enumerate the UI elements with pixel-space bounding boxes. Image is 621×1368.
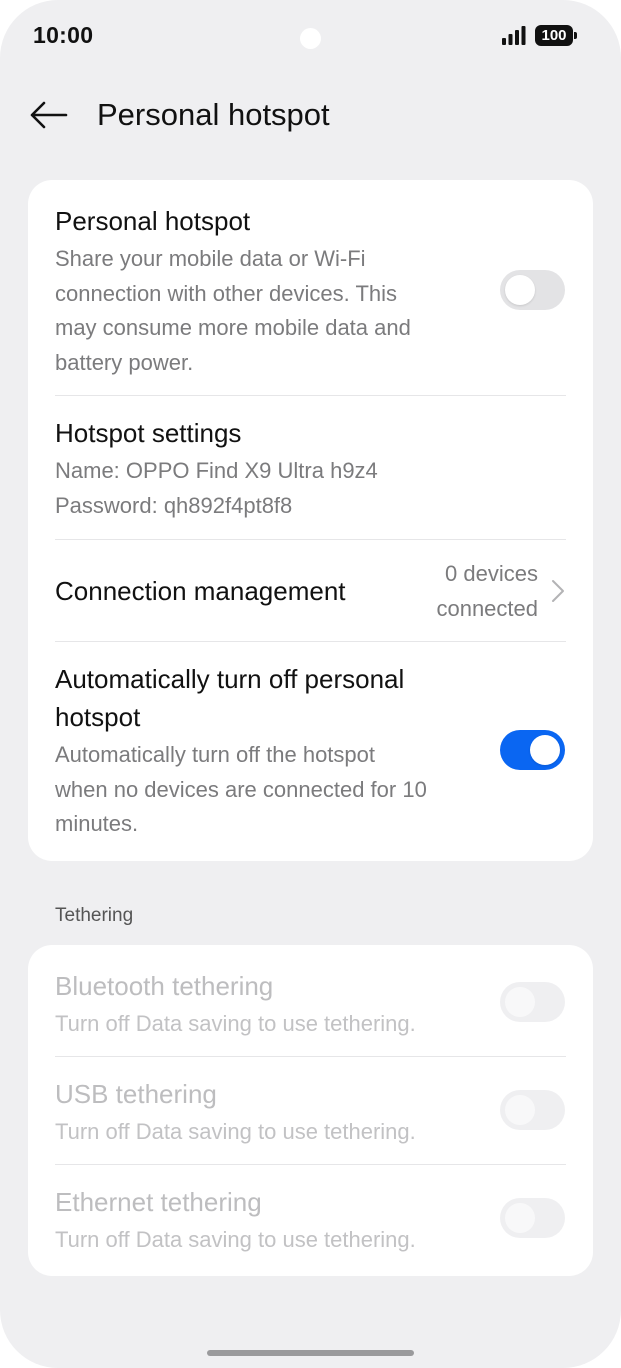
back-button[interactable]: [26, 96, 70, 134]
auto-off-title-line: hotspot: [55, 702, 141, 732]
bluetooth-tethering-toggle[interactable]: [500, 982, 565, 1022]
hotspot-description-line: connection with other devices. This: [55, 280, 397, 306]
auto-off-description-line: when no devices are connected for 10: [55, 776, 427, 802]
battery-icon: 100: [535, 25, 577, 46]
divider: [55, 641, 566, 642]
hotspot-card: Personal hotspot Share your mobile data …: [28, 180, 593, 861]
hotspot-description-line: battery power.: [55, 350, 194, 376]
hotspot-password: Password: qh892f4pt8f8: [55, 493, 293, 518]
front-camera: [300, 28, 321, 49]
toggle-knob: [505, 987, 535, 1017]
bluetooth-tethering-title: Bluetooth tethering: [55, 971, 274, 1001]
hotspot-toggle[interactable]: [500, 270, 565, 310]
toggle-knob: [505, 275, 535, 305]
tethering-section-label: Tethering: [55, 905, 134, 926]
tethering-card: Bluetooth tethering Turn off Data saving…: [28, 945, 593, 1276]
phone-screen: 10:00 100 Personal hotspot Personal hots…: [0, 0, 621, 1368]
hotspot-description-line: Share your mobile data or Wi-Fi: [55, 246, 366, 271]
usb-tethering-subtitle: Turn off Data saving to use tethering.: [55, 1119, 416, 1144]
toggle-knob: [530, 735, 560, 765]
chevron-right-icon: [552, 580, 564, 602]
connected-devices-value: 0 devices connected: [436, 556, 538, 626]
home-indicator[interactable]: [207, 1350, 414, 1356]
page-title: Personal hotspot: [97, 97, 330, 132]
auto-off-title-line: Automatically turn off personal: [55, 664, 405, 694]
auto-off-description-line: Automatically turn off the hotspot: [55, 742, 375, 767]
hotspot-description: Share your mobile data or Wi-Fi connecti…: [55, 242, 411, 381]
divider: [55, 1164, 566, 1165]
ethernet-tethering-subtitle: Turn off Data saving to use tethering.: [55, 1227, 416, 1252]
divider: [55, 1056, 566, 1057]
auto-off-description-line: minutes.: [55, 811, 139, 837]
ethernet-tethering-title: Ethernet tethering: [55, 1187, 262, 1217]
auto-off-title: Automatically turn off personal hotspot: [55, 660, 404, 736]
signal-icon: [502, 26, 526, 45]
connected-devices-line: 0 devices: [445, 561, 538, 586]
status-time: 10:00: [33, 22, 94, 48]
arrow-left-icon: [30, 101, 68, 129]
divider: [55, 539, 566, 540]
connection-management-title: Connection management: [55, 576, 346, 606]
divider: [55, 395, 566, 396]
usb-tethering-title: USB tethering: [55, 1079, 217, 1109]
auto-off-description: Automatically turn off the hotspot when …: [55, 738, 427, 842]
usb-tethering-toggle[interactable]: [500, 1090, 565, 1130]
bluetooth-tethering-subtitle: Turn off Data saving to use tethering.: [55, 1011, 416, 1036]
auto-off-toggle[interactable]: [500, 730, 565, 770]
connected-devices-line: connected: [436, 596, 538, 621]
hotspot-name: Name: OPPO Find X9 Ultra h9z4: [55, 458, 378, 483]
hotspot-title: Personal hotspot: [55, 206, 251, 236]
toggle-knob: [505, 1095, 535, 1125]
hotspot-description-line: may consume more mobile data and: [55, 315, 411, 341]
hotspot-settings-title: Hotspot settings: [55, 418, 242, 448]
ethernet-tethering-toggle[interactable]: [500, 1198, 565, 1238]
toggle-knob: [505, 1203, 535, 1233]
